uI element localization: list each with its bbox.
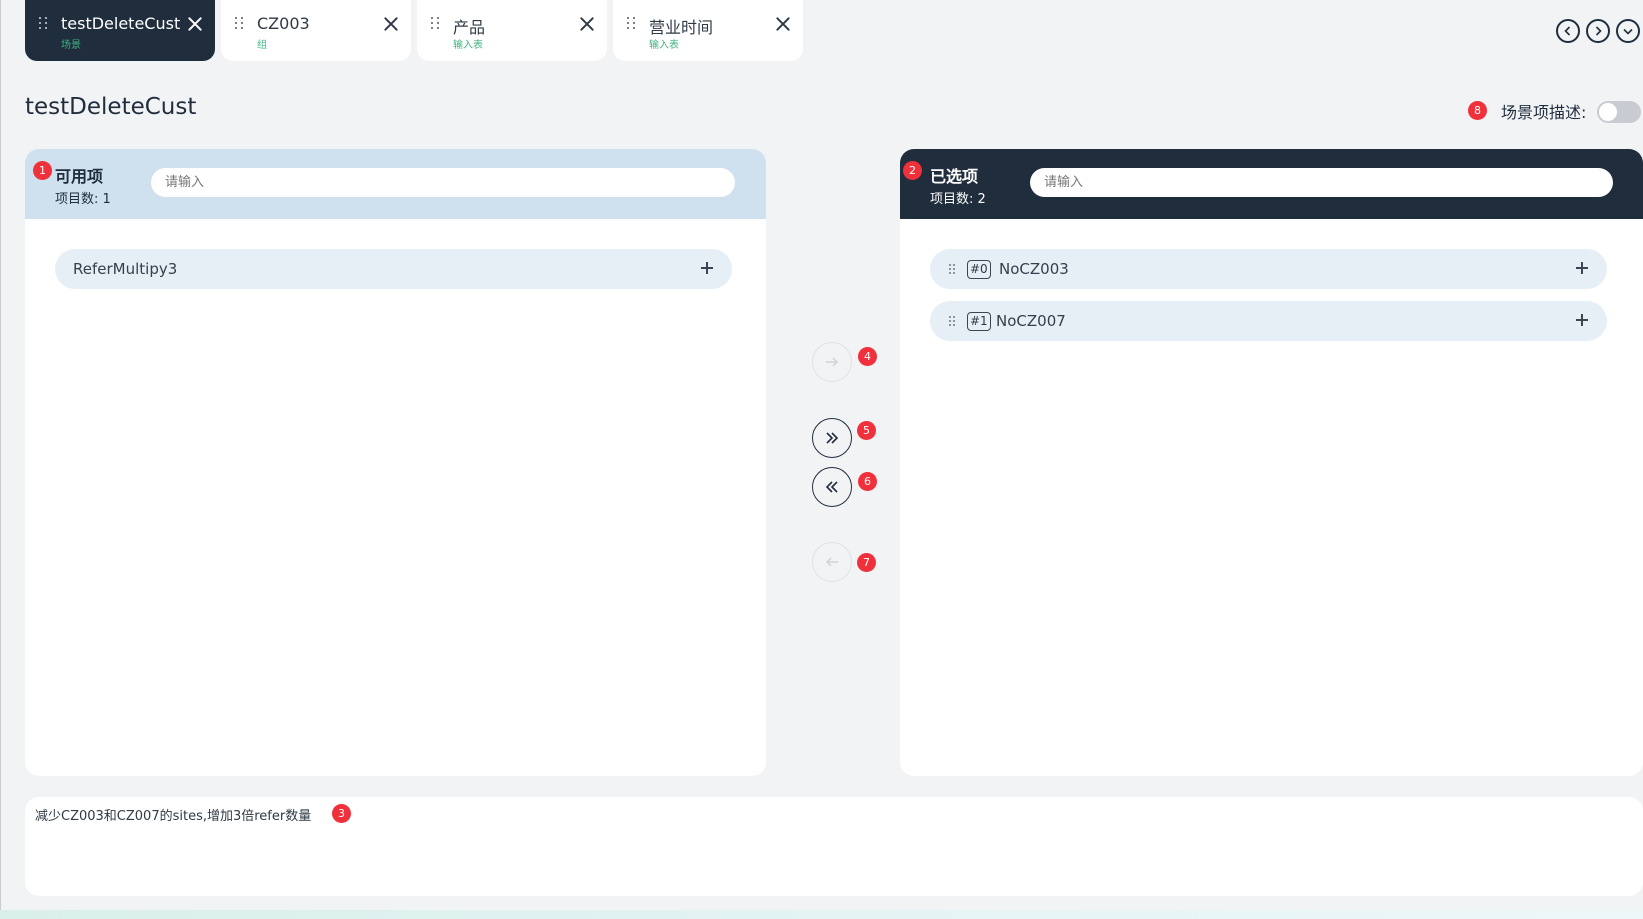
step-badge: 6 xyxy=(858,472,877,491)
item-label: NoCZ003 xyxy=(999,260,1069,278)
item-label: ReferMultipy3 xyxy=(73,260,178,278)
scene-description-text: 减少CZ003和CZ007的sites,增加3倍refer数量 xyxy=(35,809,312,824)
drag-handle-icon[interactable] xyxy=(627,17,637,31)
tab-cz003[interactable]: CZ003 组 xyxy=(221,0,411,61)
close-icon[interactable] xyxy=(383,16,399,32)
available-panel-header: 1 可用项 项目数: 1 xyxy=(25,149,766,219)
count-label: 项目数: xyxy=(930,192,974,207)
page-title: testDeleteCust xyxy=(25,94,197,120)
plus-icon[interactable] xyxy=(1575,261,1589,275)
drag-handle-icon[interactable] xyxy=(235,17,245,31)
tab-business-hours[interactable]: 营业时间 输入表 xyxy=(613,0,803,61)
count-value: 1 xyxy=(102,192,111,207)
tab-subtitle: 组 xyxy=(257,40,267,51)
available-title: 可用项 xyxy=(55,167,104,186)
move-selected-right-button[interactable] xyxy=(812,342,852,382)
tab-subtitle: 场景 xyxy=(61,40,81,51)
double-chevron-right-icon xyxy=(826,432,839,444)
selected-panel: 2 已选项 项目数: 2 #0 NoCZ003 #1 NoCZ007 xyxy=(900,149,1643,776)
tab-bar: testDeleteCust 场景 CZ003 组 产品 输入表 营业时间 输入… xyxy=(25,0,803,61)
step-badge: 4 xyxy=(858,347,877,366)
item-label: NoCZ007 xyxy=(996,312,1066,330)
bottom-decoration xyxy=(0,910,1643,919)
available-search-input[interactable] xyxy=(151,168,735,197)
plus-icon[interactable] xyxy=(700,261,714,275)
double-chevron-left-icon xyxy=(825,481,838,493)
close-icon[interactable] xyxy=(579,16,595,32)
arrow-right-icon xyxy=(826,357,838,367)
arrow-left-icon xyxy=(826,557,838,567)
selected-panel-header: 2 已选项 项目数: 2 xyxy=(900,149,1643,219)
step-badge: 5 xyxy=(857,421,876,440)
count-value: 2 xyxy=(977,192,986,207)
drag-handle-icon[interactable] xyxy=(431,17,441,31)
move-all-right-button[interactable] xyxy=(812,418,852,458)
list-item[interactable]: #0 NoCZ003 xyxy=(930,249,1607,289)
tab-title: testDeleteCust xyxy=(61,14,181,33)
scene-description-label: 场景项描述: xyxy=(1501,103,1587,122)
circle-chevron-right-icon[interactable] xyxy=(1586,19,1610,43)
step-badge: 8 xyxy=(1468,101,1487,120)
step-badge: 1 xyxy=(33,161,52,180)
item-index: #0 xyxy=(967,260,991,279)
selected-count: 项目数: 2 xyxy=(930,188,986,207)
close-icon[interactable] xyxy=(187,16,203,32)
toggle-knob xyxy=(1599,103,1617,121)
tab-product[interactable]: 产品 输入表 xyxy=(417,0,607,61)
circle-chevron-left-icon[interactable] xyxy=(1556,19,1580,43)
scene-description-area[interactable]: 减少CZ003和CZ007的sites,增加3倍refer数量 3 xyxy=(25,797,1643,896)
circle-chevron-down-icon[interactable] xyxy=(1616,19,1640,43)
item-index: #1 xyxy=(967,312,991,331)
list-item[interactable]: ReferMultipy3 xyxy=(55,249,732,289)
tab-subtitle: 输入表 xyxy=(649,40,679,51)
available-panel: 1 可用项 项目数: 1 ReferMultipy3 xyxy=(25,149,766,776)
step-badge: 7 xyxy=(857,553,876,572)
tab-title: CZ003 xyxy=(257,14,310,33)
tab-title: 产品 xyxy=(453,18,486,37)
move-selected-left-button[interactable] xyxy=(812,542,852,582)
scene-description-toggle[interactable] xyxy=(1597,101,1641,123)
move-all-left-button[interactable] xyxy=(812,467,852,507)
window-left-border xyxy=(0,0,1,919)
tab-subtitle: 输入表 xyxy=(453,40,483,51)
step-badge: 3 xyxy=(332,804,351,823)
drag-handle-icon[interactable] xyxy=(39,17,49,31)
drag-handle-icon[interactable] xyxy=(949,264,957,274)
step-badge: 2 xyxy=(903,161,922,180)
tab-navigation xyxy=(1556,19,1640,43)
count-label: 项目数: xyxy=(55,192,99,207)
close-icon[interactable] xyxy=(775,16,791,32)
list-item[interactable]: #1 NoCZ007 xyxy=(930,301,1607,341)
selected-search-input[interactable] xyxy=(1030,168,1613,197)
tab-title: 营业时间 xyxy=(649,18,714,37)
selected-title: 已选项 xyxy=(930,167,979,186)
plus-icon[interactable] xyxy=(1575,313,1589,327)
drag-handle-icon[interactable] xyxy=(949,316,957,326)
available-count: 项目数: 1 xyxy=(55,188,111,207)
tab-testdeletecust[interactable]: testDeleteCust 场景 xyxy=(25,0,215,61)
